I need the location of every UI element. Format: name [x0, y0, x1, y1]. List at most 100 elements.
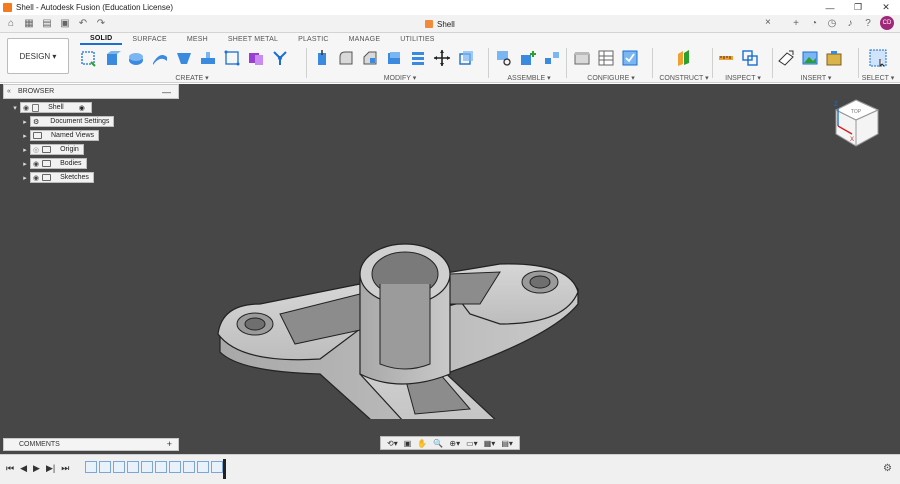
timeline-feature[interactable] [85, 461, 97, 473]
timeline-feature[interactable] [169, 461, 181, 473]
zoom-icon[interactable]: 🔍 [433, 439, 443, 448]
timeline-feature[interactable] [141, 461, 153, 473]
tab-surface[interactable]: SURFACE [122, 33, 176, 45]
document-tab[interactable]: Shell [425, 17, 455, 31]
expand-caret-icon[interactable]: ▸ [20, 118, 30, 126]
help-icon[interactable]: ? [862, 16, 874, 30]
insert-canvas-icon[interactable] [800, 48, 820, 68]
expand-caret-icon[interactable]: ▸ [20, 146, 30, 154]
rib-icon[interactable] [198, 48, 218, 68]
select-dropdown[interactable]: SELECT ▾ [860, 74, 896, 82]
modify-dropdown[interactable]: MODIFY ▾ [312, 74, 488, 82]
as-built-joint-icon[interactable] [542, 48, 562, 68]
combine-icon[interactable] [408, 48, 428, 68]
expand-caret-icon[interactable]: ▸ [20, 174, 30, 182]
extensions-icon[interactable]: ◔ [808, 16, 820, 30]
grid-settings-icon[interactable]: ▦▾ [484, 439, 496, 448]
insert-derive-icon[interactable] [776, 48, 796, 68]
browser-root-node[interactable]: ▾ ◉ Shell ◉ [10, 102, 92, 113]
timeline-feature[interactable] [113, 461, 125, 473]
timeline-feature[interactable] [197, 461, 209, 473]
save-icon[interactable]: ▣ [58, 17, 72, 31]
canvas-viewport[interactable]: « BROWSER — ▾ ◉ Shell ◉ ▸ ⚙ Document Set… [0, 84, 900, 454]
file-menu-icon[interactable]: ▤ [40, 17, 54, 31]
inspect-dropdown[interactable]: INSPECT ▾ [716, 74, 770, 82]
visibility-eye-icon[interactable]: ◉ [33, 160, 39, 168]
create-sketch-icon[interactable] [78, 48, 98, 68]
window-select-icon[interactable] [868, 48, 888, 68]
interference-icon[interactable] [740, 48, 760, 68]
new-component-icon[interactable] [494, 48, 514, 68]
joint-icon[interactable] [518, 48, 538, 68]
activate-radio-icon[interactable]: ◉ [79, 104, 85, 112]
timeline-feature[interactable] [127, 461, 139, 473]
tab-mesh[interactable]: MESH [177, 33, 218, 45]
configure-dropdown[interactable]: CONFIGURE ▾ [572, 74, 650, 82]
workspace-switcher[interactable]: DESIGN ▾ [7, 38, 69, 74]
view-cube[interactable]: TOP Z X [828, 96, 884, 152]
move-copy-icon[interactable] [432, 48, 452, 68]
shell-icon[interactable] [384, 48, 404, 68]
create-dropdown[interactable]: CREATE ▾ [78, 74, 306, 82]
browser-item-bodies[interactable]: ▸ ◉ Bodies [20, 158, 87, 169]
revolve-icon[interactable] [126, 48, 146, 68]
extrude-icon[interactable] [102, 48, 122, 68]
new-tab-icon[interactable]: + [790, 16, 802, 30]
loft-icon[interactable] [174, 48, 194, 68]
tab-utilities[interactable]: UTILITIES [390, 33, 444, 45]
configuration-table-icon[interactable] [596, 48, 616, 68]
parameters-icon[interactable] [572, 48, 592, 68]
data-panel-grid-icon[interactable]: ▦ [22, 17, 36, 31]
display-settings-icon[interactable]: ▭▾ [466, 439, 478, 448]
timeline-marker[interactable] [223, 459, 226, 479]
home-icon[interactable]: ⌂ [4, 17, 18, 31]
align-icon[interactable] [456, 48, 476, 68]
undo-icon[interactable]: ↶ [76, 17, 90, 31]
fit-icon[interactable]: ⊕▾ [449, 439, 460, 448]
user-avatar[interactable]: CD [880, 16, 894, 30]
expand-caret-icon[interactable]: ▸ [20, 132, 30, 140]
assemble-dropdown[interactable]: ASSEMBLE ▾ [494, 74, 564, 82]
fillet-icon[interactable] [336, 48, 356, 68]
configure-rule-icon[interactable] [620, 48, 640, 68]
look-at-icon[interactable]: ▣ [404, 439, 412, 448]
tab-manage[interactable]: MANAGE [339, 33, 391, 45]
tab-plastic[interactable]: PLASTIC [288, 33, 339, 45]
chamfer-icon[interactable] [360, 48, 380, 68]
expand-caret-icon[interactable]: ▸ [20, 160, 30, 168]
close-tab-button[interactable]: × [765, 17, 771, 28]
visibility-eye-icon[interactable]: ◉ [23, 104, 29, 112]
timeline-settings-gear-icon[interactable]: ⚙ [883, 463, 892, 474]
pan-hand-icon[interactable]: ✋ [417, 439, 427, 448]
visibility-hidden-eye-icon[interactable]: ◎ [33, 146, 39, 154]
go-to-start-icon[interactable]: ⏮ [6, 463, 14, 474]
timeline-feature[interactable] [99, 461, 111, 473]
redo-icon[interactable]: ↷ [94, 17, 108, 31]
timeline-feature[interactable] [211, 461, 223, 473]
browser-minimize-button[interactable]: — [162, 87, 171, 97]
browser-item-sketches[interactable]: ▸ ◉ Sketches [20, 172, 94, 183]
tab-solid[interactable]: SOLID [80, 33, 123, 45]
timeline-feature[interactable] [155, 461, 167, 473]
orbit-icon[interactable]: ⟲▾ [387, 439, 398, 448]
insert-mcmaster-icon[interactable] [824, 48, 844, 68]
sweep-icon[interactable] [150, 48, 170, 68]
tab-sheet-metal[interactable]: SHEET METAL [218, 33, 288, 45]
step-forward-icon[interactable]: ▶| [46, 463, 55, 474]
step-back-icon[interactable]: ◀ [20, 463, 27, 474]
job-status-icon[interactable]: ◷ [826, 16, 838, 30]
press-pull-icon[interactable] [312, 48, 332, 68]
browser-item-named-views[interactable]: ▸ Named Views [20, 130, 100, 141]
timeline-feature[interactable] [183, 461, 195, 473]
mirror-icon[interactable] [246, 48, 266, 68]
collapse-browser-icon[interactable]: « [7, 88, 11, 95]
rectangle-pattern-icon[interactable] [222, 48, 242, 68]
offset-plane-icon[interactable] [674, 48, 694, 68]
viewports-icon[interactable]: ▤▾ [501, 439, 513, 448]
browser-item-document-settings[interactable]: ▸ ⚙ Document Settings [20, 116, 115, 127]
add-comment-button[interactable]: + [167, 439, 172, 449]
browser-item-origin[interactable]: ▸ ◎ Origin [20, 144, 84, 155]
maximize-button[interactable]: ❐ [844, 0, 872, 15]
insert-dropdown[interactable]: INSERT ▾ [776, 74, 856, 82]
visibility-eye-icon[interactable]: ◉ [33, 174, 39, 182]
